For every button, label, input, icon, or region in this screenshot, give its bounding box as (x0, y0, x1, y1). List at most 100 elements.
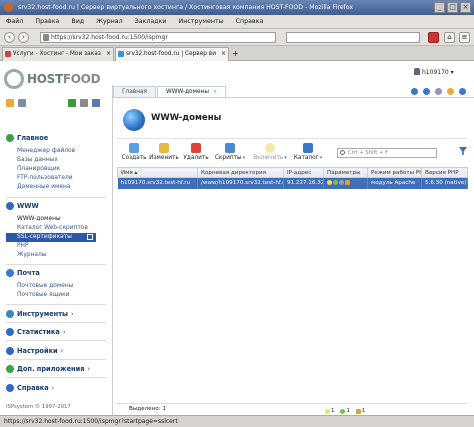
menu-icon[interactable]: ≡ (459, 32, 470, 43)
cgi-icon (339, 180, 344, 186)
tab-label: srv32.host-food.ru | Сервер ви (126, 51, 216, 57)
ssl-lock-icon (355, 408, 361, 414)
close-tab-icon[interactable]: × (213, 89, 217, 95)
menu-view[interactable]: Вид (71, 15, 84, 28)
count-value: 1 (361, 408, 366, 414)
home-icon[interactable]: ⌂ (444, 32, 455, 43)
header-label: Имя (121, 169, 133, 176)
menu-bookmarks[interactable]: Закладки (135, 15, 167, 28)
menu-edit[interactable]: Правка (35, 15, 59, 28)
tab-home[interactable]: Главная (113, 86, 157, 97)
nav-section-label: Статистика (17, 328, 60, 336)
refresh-icon[interactable] (411, 88, 418, 95)
expand-all-icon[interactable] (68, 99, 76, 107)
enable-button[interactable]: Включить▾ (253, 141, 287, 165)
help-section-icon (6, 384, 14, 392)
lock-icon (43, 34, 49, 41)
cell-php-mode: модуль Apache (367, 177, 422, 189)
back-icon[interactable]: ‹ (4, 32, 15, 43)
url-bar[interactable]: https://srv32.host-food.ru:1500/ispmgr (40, 32, 276, 43)
nav-item-databases[interactable]: Базы данных (17, 157, 58, 163)
page-title: WWW-домены (151, 113, 222, 123)
nav-item-ssl-certificates[interactable]: SSL-сертификаты (6, 233, 96, 242)
nav-item-domain-names[interactable]: Доменные имена (17, 184, 70, 190)
delete-button[interactable]: Удалить (179, 141, 213, 165)
column-header-name[interactable]: Имя ▴ (117, 167, 198, 178)
search-icon (340, 150, 345, 155)
close-tab-icon[interactable]: × (106, 48, 111, 60)
footer-count-php: 1 (340, 406, 350, 415)
column-header-ip[interactable]: IP-адрес (283, 167, 324, 178)
favorites-icon[interactable] (6, 99, 14, 107)
column-header-php-version[interactable]: Версия PHP (421, 167, 468, 178)
nav-item-label: SSL-сертификаты (17, 234, 72, 240)
copyright: ISPsystem © 1997-2017 (6, 404, 71, 410)
nav-item-mailboxes[interactable]: Почтовые ящики (17, 292, 69, 298)
table-footer: Выделено: 1 1 1 1 (117, 403, 467, 415)
column-header-php-mode[interactable]: Режим работы PHP (367, 167, 422, 178)
tab-www-domains[interactable]: WWW-домены × (157, 86, 227, 97)
filter-icon[interactable] (459, 147, 467, 155)
button-label: Каталог (293, 155, 319, 161)
adblock-icon[interactable] (428, 32, 439, 43)
footer-count-ssl: 1 (355, 406, 366, 415)
filter-input[interactable]: Ctrl + Shift + F (337, 148, 437, 158)
button-label: Включить (253, 155, 284, 161)
settings-icon[interactable] (18, 99, 26, 107)
new-tab-icon[interactable]: + (232, 49, 239, 58)
nav-item-mail-domains[interactable]: Почтовые домены (17, 283, 73, 289)
cell-root: /www/h109170.srv32.test-hf.ru (197, 177, 284, 189)
table-row[interactable]: h109170.srv32.test-hf.ru /www/h109170.sr… (117, 177, 468, 189)
nav-item-logs[interactable]: Журналы (17, 252, 46, 258)
browser-tabs: Услуги - Хостинг - Мои заказ × srv32.hos… (0, 46, 474, 61)
nav-section-label: Настройки (17, 347, 58, 355)
tab-label: Услуги - Хостинг - Мои заказ (13, 51, 101, 57)
scripts-button[interactable]: Скрипты▾ (213, 141, 247, 165)
pin-icon[interactable] (435, 88, 442, 95)
maximize-button[interactable]: □ (447, 2, 458, 13)
window-titlebar: srv32.host-food.ru | Сервер виртуального… (0, 0, 474, 15)
logo-ring-icon (4, 69, 24, 89)
menu-history[interactable]: Журнал (96, 15, 123, 28)
favorite-star-icon[interactable] (447, 88, 454, 95)
divider (6, 359, 106, 360)
close-tab-icon[interactable]: × (221, 48, 226, 60)
create-button[interactable]: Создать (117, 141, 151, 165)
search-input[interactable] (286, 32, 420, 43)
nav-section-label: Инструменты (17, 310, 69, 318)
collapse-all-icon[interactable] (80, 99, 88, 107)
close-window-button[interactable]: × (460, 2, 471, 13)
menu-file[interactable]: Файл (6, 15, 23, 28)
nav-item-ftp-users[interactable]: FTP-пользователи (17, 175, 73, 181)
nav-item-web-scripts[interactable]: Каталог Web-скриптов (17, 225, 88, 231)
user-icon (414, 68, 420, 75)
new-window-icon[interactable] (423, 88, 430, 95)
browser-tab-server[interactable]: srv32.host-food.ru | Сервер ви × (115, 47, 229, 61)
help-icon[interactable] (459, 88, 466, 95)
toolbar: Создать Изменить Удалить Скрипты▾ Включи… (117, 138, 467, 164)
forward-icon[interactable]: › (18, 32, 29, 43)
menu-tools[interactable]: Инструменты (179, 15, 224, 28)
nav-item-scheduler[interactable]: Планировщик (17, 166, 60, 172)
divider (6, 264, 106, 265)
nav-item-php[interactable]: PHP (17, 243, 29, 249)
user-menu[interactable]: h109170 ▾ (414, 68, 454, 76)
edit-button[interactable]: Изменить (147, 141, 181, 165)
nav-item-file-manager[interactable]: Менеджер файлов (17, 148, 75, 154)
tab-divider (113, 97, 474, 98)
menu-help[interactable]: Справка (236, 15, 264, 28)
column-header-params[interactable]: Параметры (323, 167, 368, 178)
minimize-button[interactable]: _ (434, 2, 445, 13)
count-value: 1 (331, 408, 335, 414)
divider (6, 197, 106, 198)
catalog-button[interactable]: Каталог▾ (291, 141, 325, 165)
domains-table: Имя ▴ Корневая директория IP-адрес Парам… (117, 167, 468, 189)
column-header-root[interactable]: Корневая директория (197, 167, 284, 178)
footer-count-lightbulb: 1 (325, 406, 334, 415)
navigation-bar: ‹ › https://srv32.host-food.ru:1500/ispm… (0, 29, 474, 46)
lightbulb-icon (325, 408, 330, 414)
browser-tab-services[interactable]: Услуги - Хостинг - Мои заказ × (2, 47, 114, 61)
nav-item-www-domains[interactable]: WWW-домены (17, 216, 61, 222)
panel-menu-icon[interactable] (92, 99, 100, 107)
open-new-window-icon[interactable] (87, 234, 93, 240)
